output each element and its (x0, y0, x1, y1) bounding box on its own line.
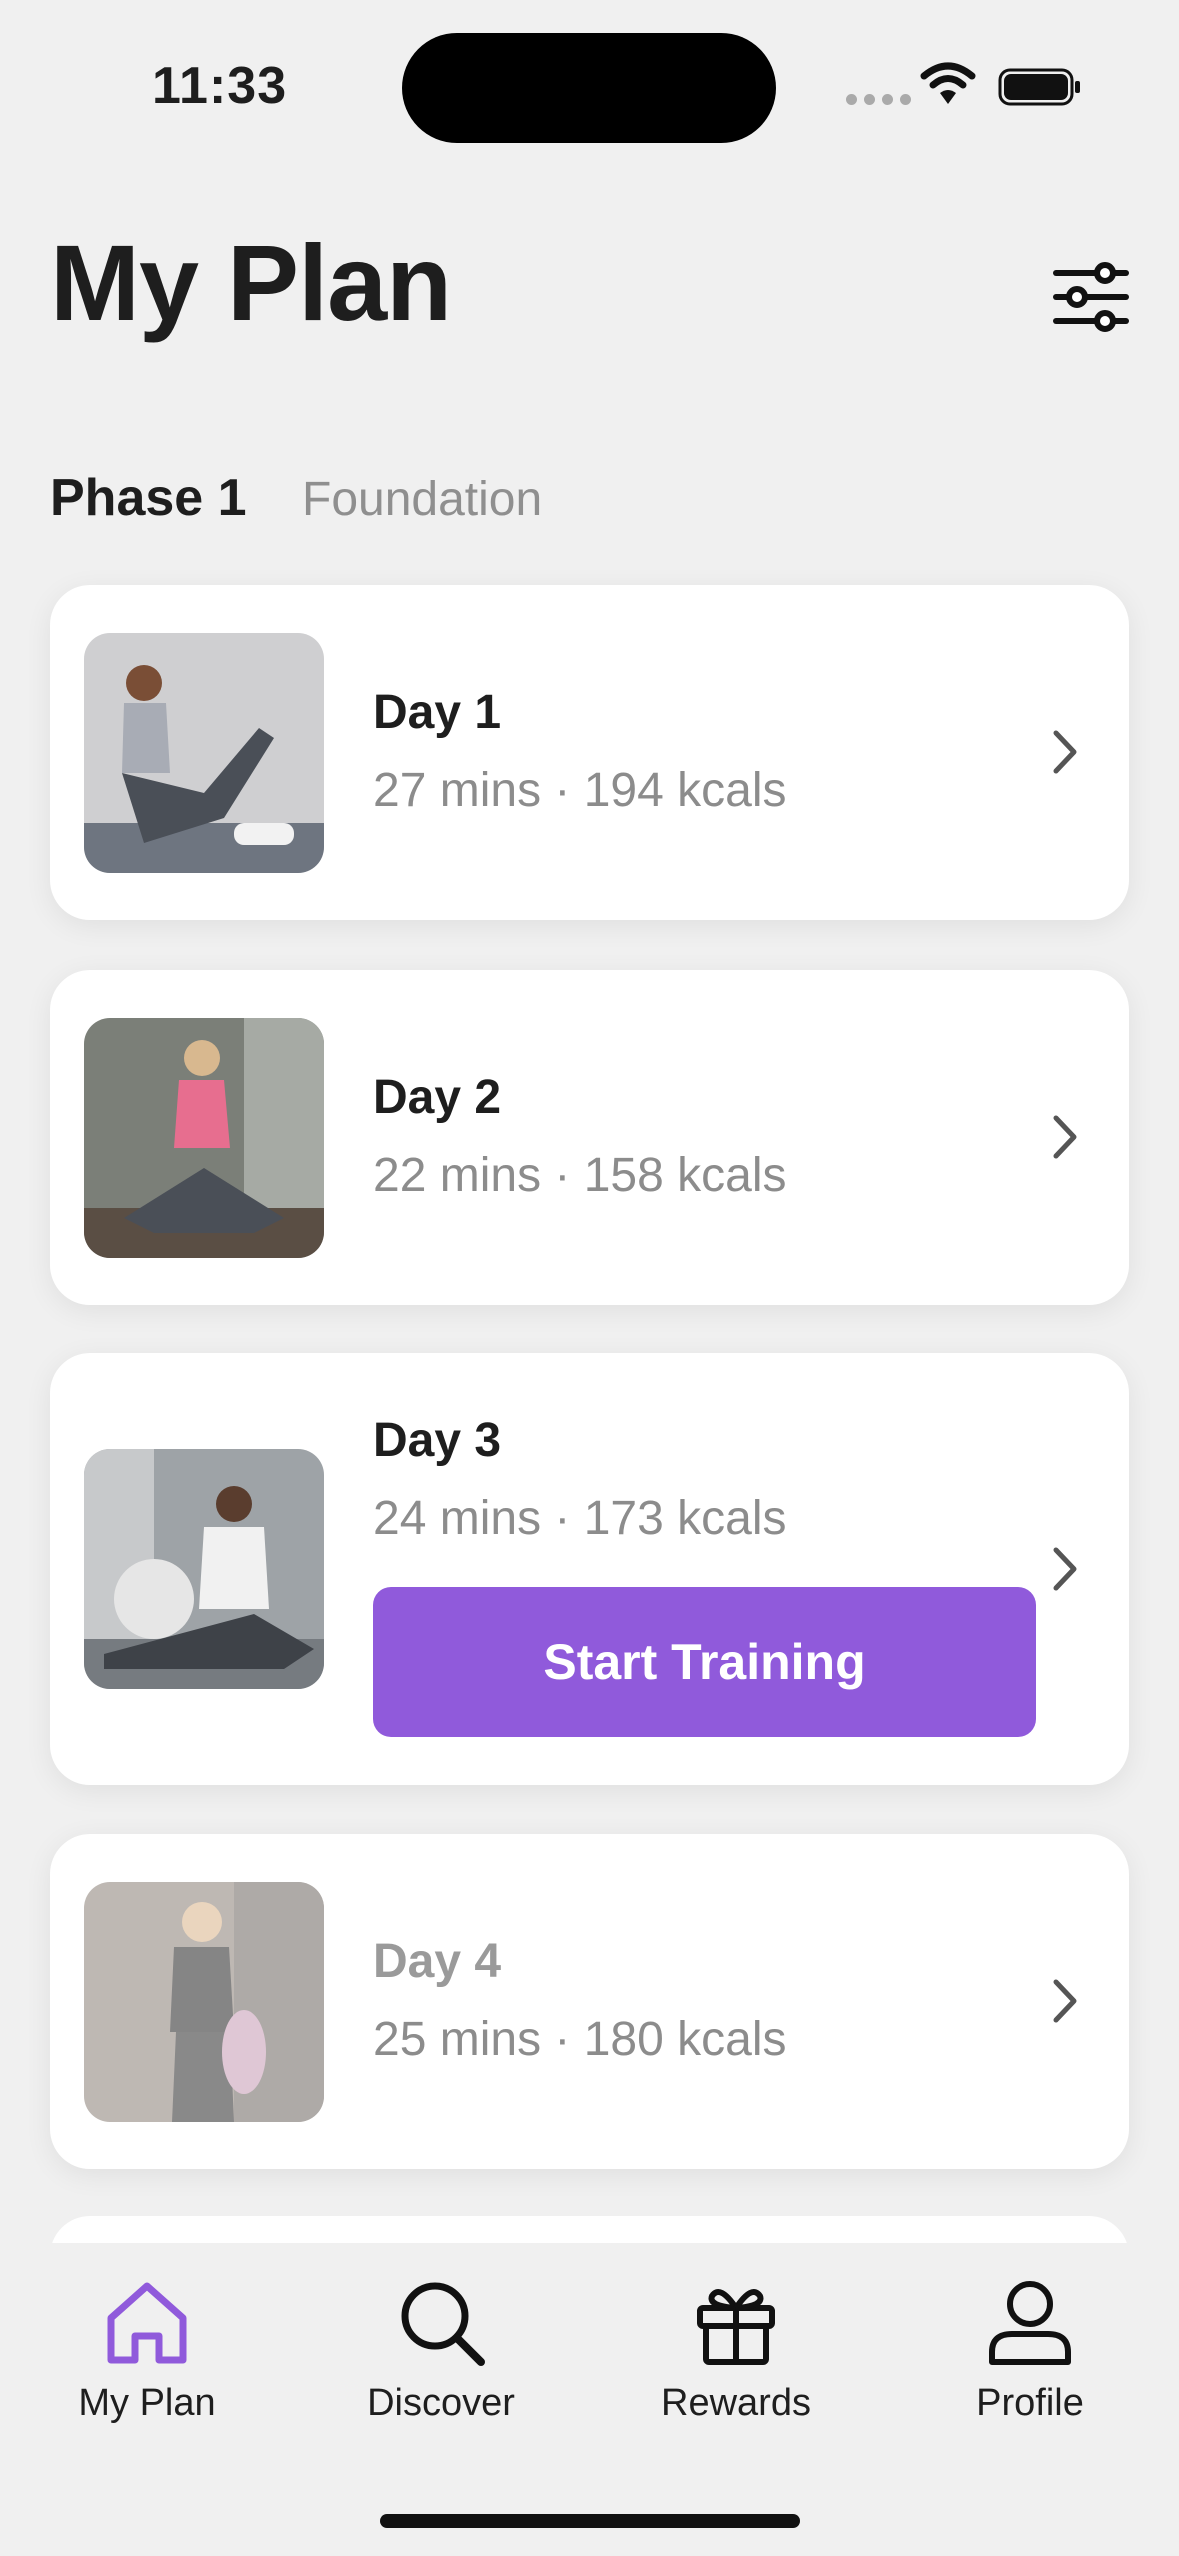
day-card-4[interactable]: Day 4 25 mins · 180 kcals (50, 1834, 1129, 2169)
tab-discover[interactable]: Discover (321, 2278, 561, 2425)
day-title: Day 3 (373, 1414, 502, 1467)
person-icon (989, 2281, 1071, 2365)
phase-name: Foundation (302, 473, 543, 526)
search-icon (401, 2282, 485, 2366)
chevron-right-icon (1053, 730, 1077, 774)
phase-label: Phase 1 (50, 469, 247, 527)
cellular-signal-icon (846, 94, 911, 105)
tab-profile[interactable]: Profile (910, 2278, 1150, 2425)
day-thumbnail (84, 1449, 324, 1689)
day-meta: 25 mins · 180 kcals (373, 2013, 787, 2066)
day-card-2[interactable]: Day 2 22 mins · 158 kcals (50, 970, 1129, 1305)
day-thumbnail (84, 1882, 324, 2122)
tab-my-plan[interactable]: My Plan (27, 2278, 267, 2425)
day-thumbnail (84, 1018, 324, 1258)
home-indicator[interactable] (380, 2514, 800, 2528)
filter-sliders-icon[interactable] (1053, 259, 1129, 335)
gift-icon (697, 2289, 775, 2365)
home-icon (107, 2282, 187, 2364)
day-card-1[interactable]: Day 1 27 mins · 194 kcals (50, 585, 1129, 920)
day-title: Day 1 (373, 686, 502, 739)
status-time: 11:33 (152, 57, 288, 115)
status-bar: 11:33 (0, 0, 1179, 160)
tab-label: Profile (976, 2382, 1084, 2424)
chevron-right-icon (1053, 1115, 1077, 1159)
tab-label: Discover (367, 2382, 515, 2424)
page-title: My Plan (50, 222, 452, 343)
tab-label: Rewards (661, 2382, 811, 2424)
tab-rewards[interactable]: Rewards (616, 2278, 856, 2425)
dynamic-island (402, 33, 776, 143)
chevron-right-icon (1053, 1979, 1077, 2023)
day-title: Day 2 (373, 1071, 502, 1124)
day-meta: 24 mins · 173 kcals (373, 1492, 787, 1545)
day-meta: 22 mins · 158 kcals (373, 1149, 787, 1202)
day-meta: 27 mins · 194 kcals (373, 764, 787, 817)
day-thumbnail (84, 633, 324, 873)
day-card-3[interactable]: Day 3 24 mins · 173 kcals Start Training (50, 1353, 1129, 1785)
start-training-button[interactable]: Start Training (373, 1587, 1036, 1737)
day-title: Day 4 (373, 1935, 502, 1988)
tab-label: My Plan (78, 2382, 216, 2424)
chevron-right-icon (1053, 1547, 1077, 1591)
battery-icon (998, 68, 1080, 106)
wifi-icon (920, 62, 976, 104)
